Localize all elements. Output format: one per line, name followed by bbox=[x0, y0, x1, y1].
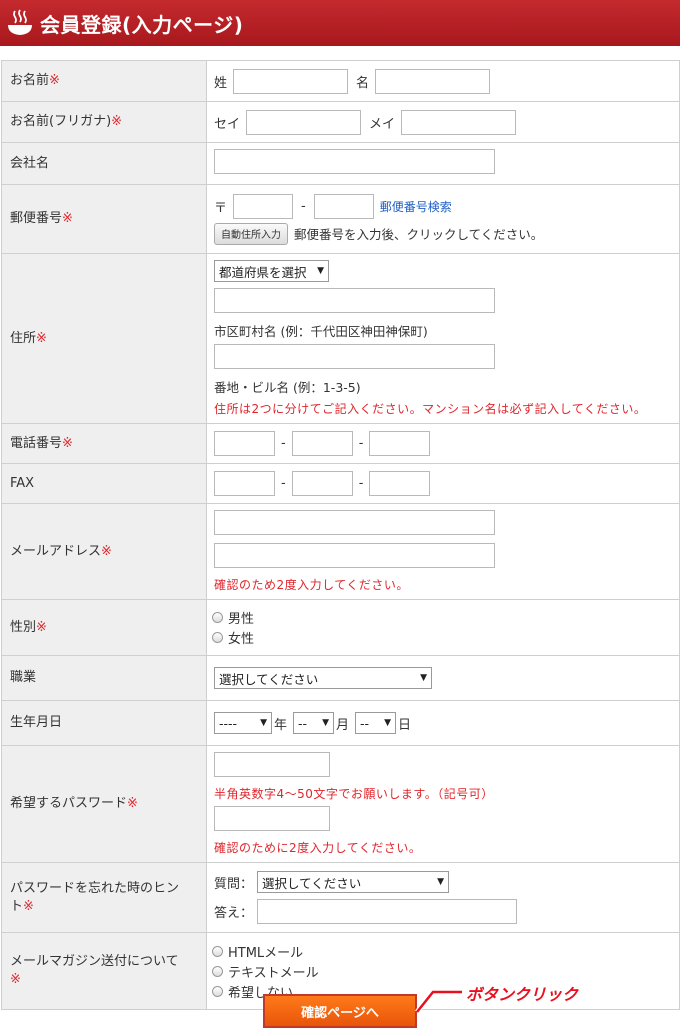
click-button-callout: ボタンクリック bbox=[466, 985, 579, 1004]
callout-pointer-line bbox=[415, 989, 462, 1014]
